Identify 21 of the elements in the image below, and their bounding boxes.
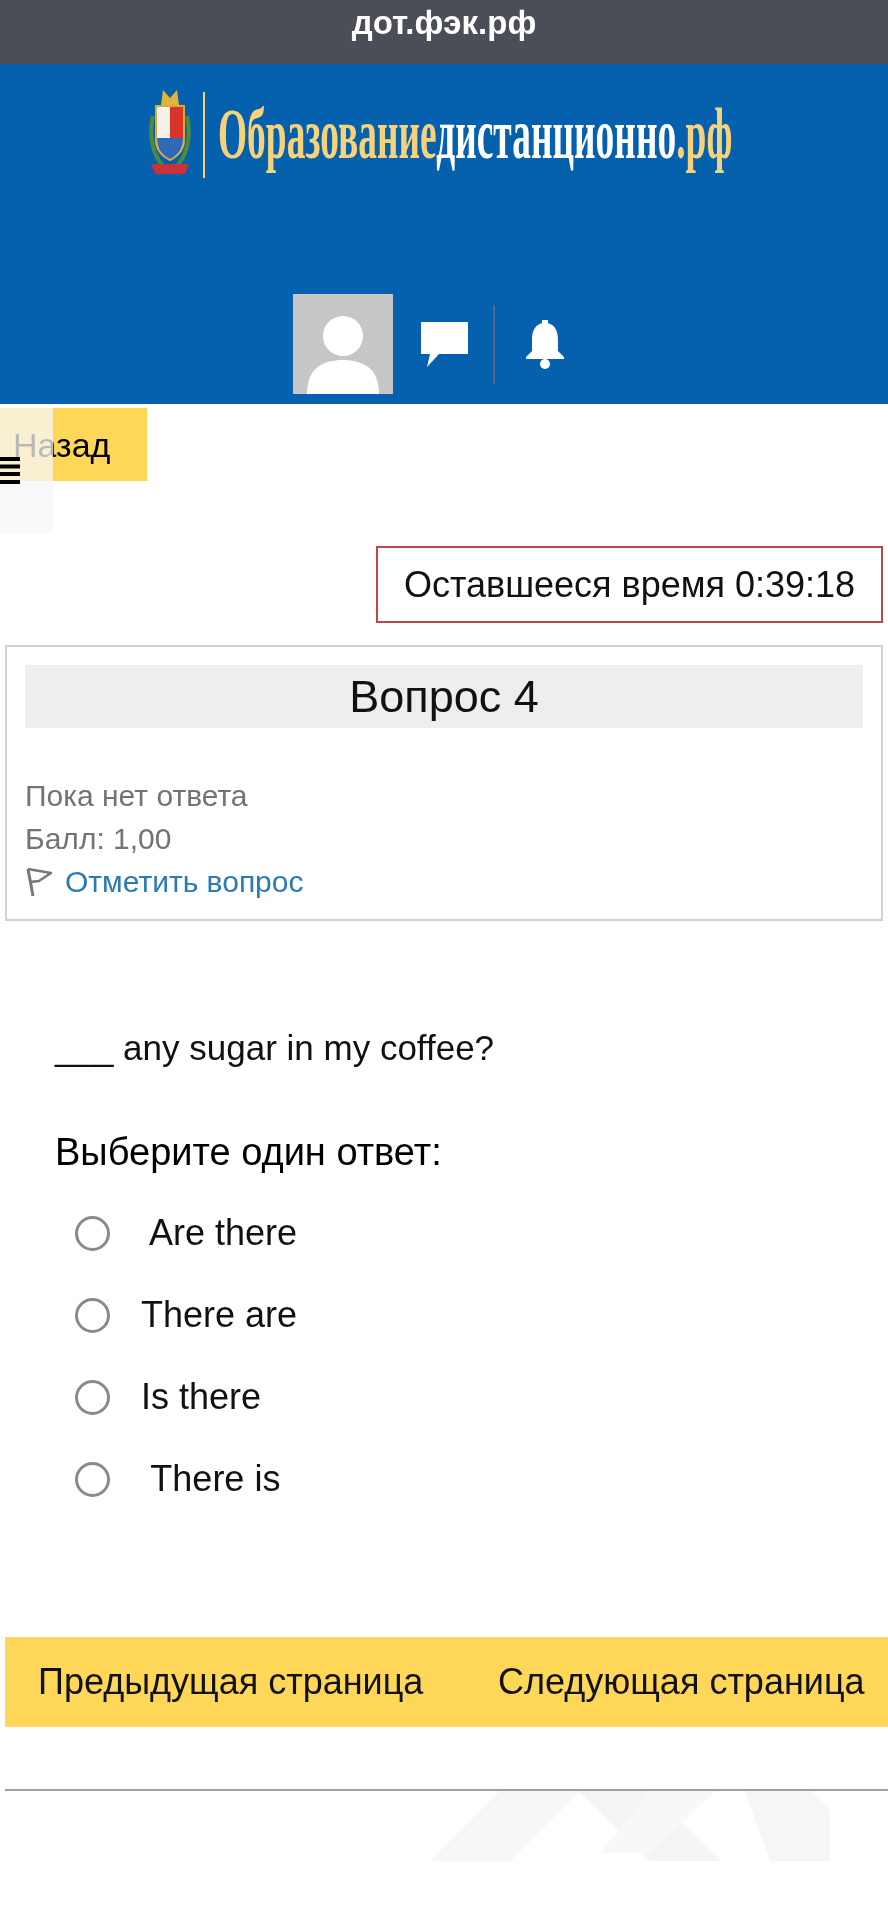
option-label[interactable]: There is <box>141 1452 281 1506</box>
question-mark: Балл: 1,00 <box>25 821 172 857</box>
radio-button[interactable] <box>75 1297 110 1333</box>
option-label[interactable]: Are there <box>141 1206 298 1260</box>
flag-icon[interactable] <box>25 866 53 897</box>
question-text: ___ any sugar in my coffee? <box>55 1028 495 1068</box>
answer-prompt: Выберите один ответ: <box>55 1132 442 1172</box>
radio-button[interactable] <box>75 1215 110 1251</box>
site-address: дот.фэк.рф <box>351 6 537 43</box>
previous-page-button[interactable]: Предыдущая страница <box>5 1637 465 1727</box>
option-label[interactable]: There are <box>141 1288 298 1342</box>
radio-button[interactable] <box>75 1379 110 1415</box>
question-number: Вопрос 4 <box>25 665 863 728</box>
next-page-button[interactable]: Следующая страница <box>465 1637 888 1727</box>
chat-bubble-icon[interactable] <box>421 321 468 367</box>
option-label[interactable]: Is there <box>141 1370 262 1424</box>
radio-button[interactable] <box>75 1461 110 1497</box>
countdown-timer: Оставшееся время 0:39:18 <box>376 546 883 623</box>
answer-status: Пока нет ответа <box>25 778 248 814</box>
flag-question-link[interactable]: Отметить вопрос <box>65 859 304 904</box>
bell-icon[interactable] <box>524 319 566 369</box>
